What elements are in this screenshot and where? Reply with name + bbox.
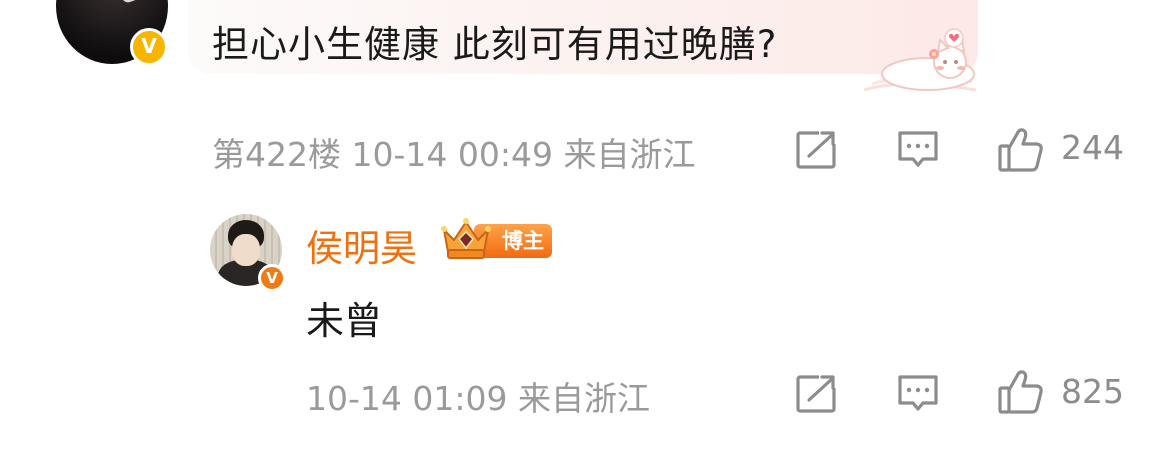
- comment-text: 担心小生健康 此刻可有用过晚膳?: [212, 23, 778, 66]
- comment-location: 来自浙江: [563, 135, 696, 174]
- comment-icon[interactable]: [896, 372, 940, 416]
- share-icon[interactable]: [795, 372, 839, 416]
- thumbs-up-icon[interactable]: [997, 368, 1045, 416]
- avatar-face: [65, 0, 125, 5]
- comment-icon[interactable]: [896, 128, 940, 172]
- thumbs-up-icon[interactable]: [997, 126, 1045, 174]
- floor-number: 第422楼: [212, 135, 341, 174]
- comment-meta: 第422楼 10-14 00:49 来自浙江: [212, 128, 695, 176]
- cat-sticker-icon: [863, 28, 977, 92]
- verified-badge-icon: V: [258, 264, 286, 292]
- verified-badge-icon: V: [130, 28, 168, 66]
- like-count: 825: [1061, 372, 1124, 411]
- reply-meta: 10-14 01:09 来自浙江: [306, 372, 650, 420]
- avatar-face: [232, 234, 260, 266]
- crown-icon: [441, 218, 491, 259]
- share-icon[interactable]: [795, 128, 839, 172]
- like-count: 244: [1061, 128, 1124, 167]
- reply-text: 未曾: [306, 299, 383, 343]
- reply-username[interactable]: 侯明昊: [306, 218, 417, 272]
- reply-time: 10-14 01:09: [306, 379, 508, 418]
- avatar-neck: [112, 0, 142, 5]
- reply-location: 来自浙江: [517, 379, 650, 418]
- comment-time: 10-14 00:49: [351, 135, 553, 174]
